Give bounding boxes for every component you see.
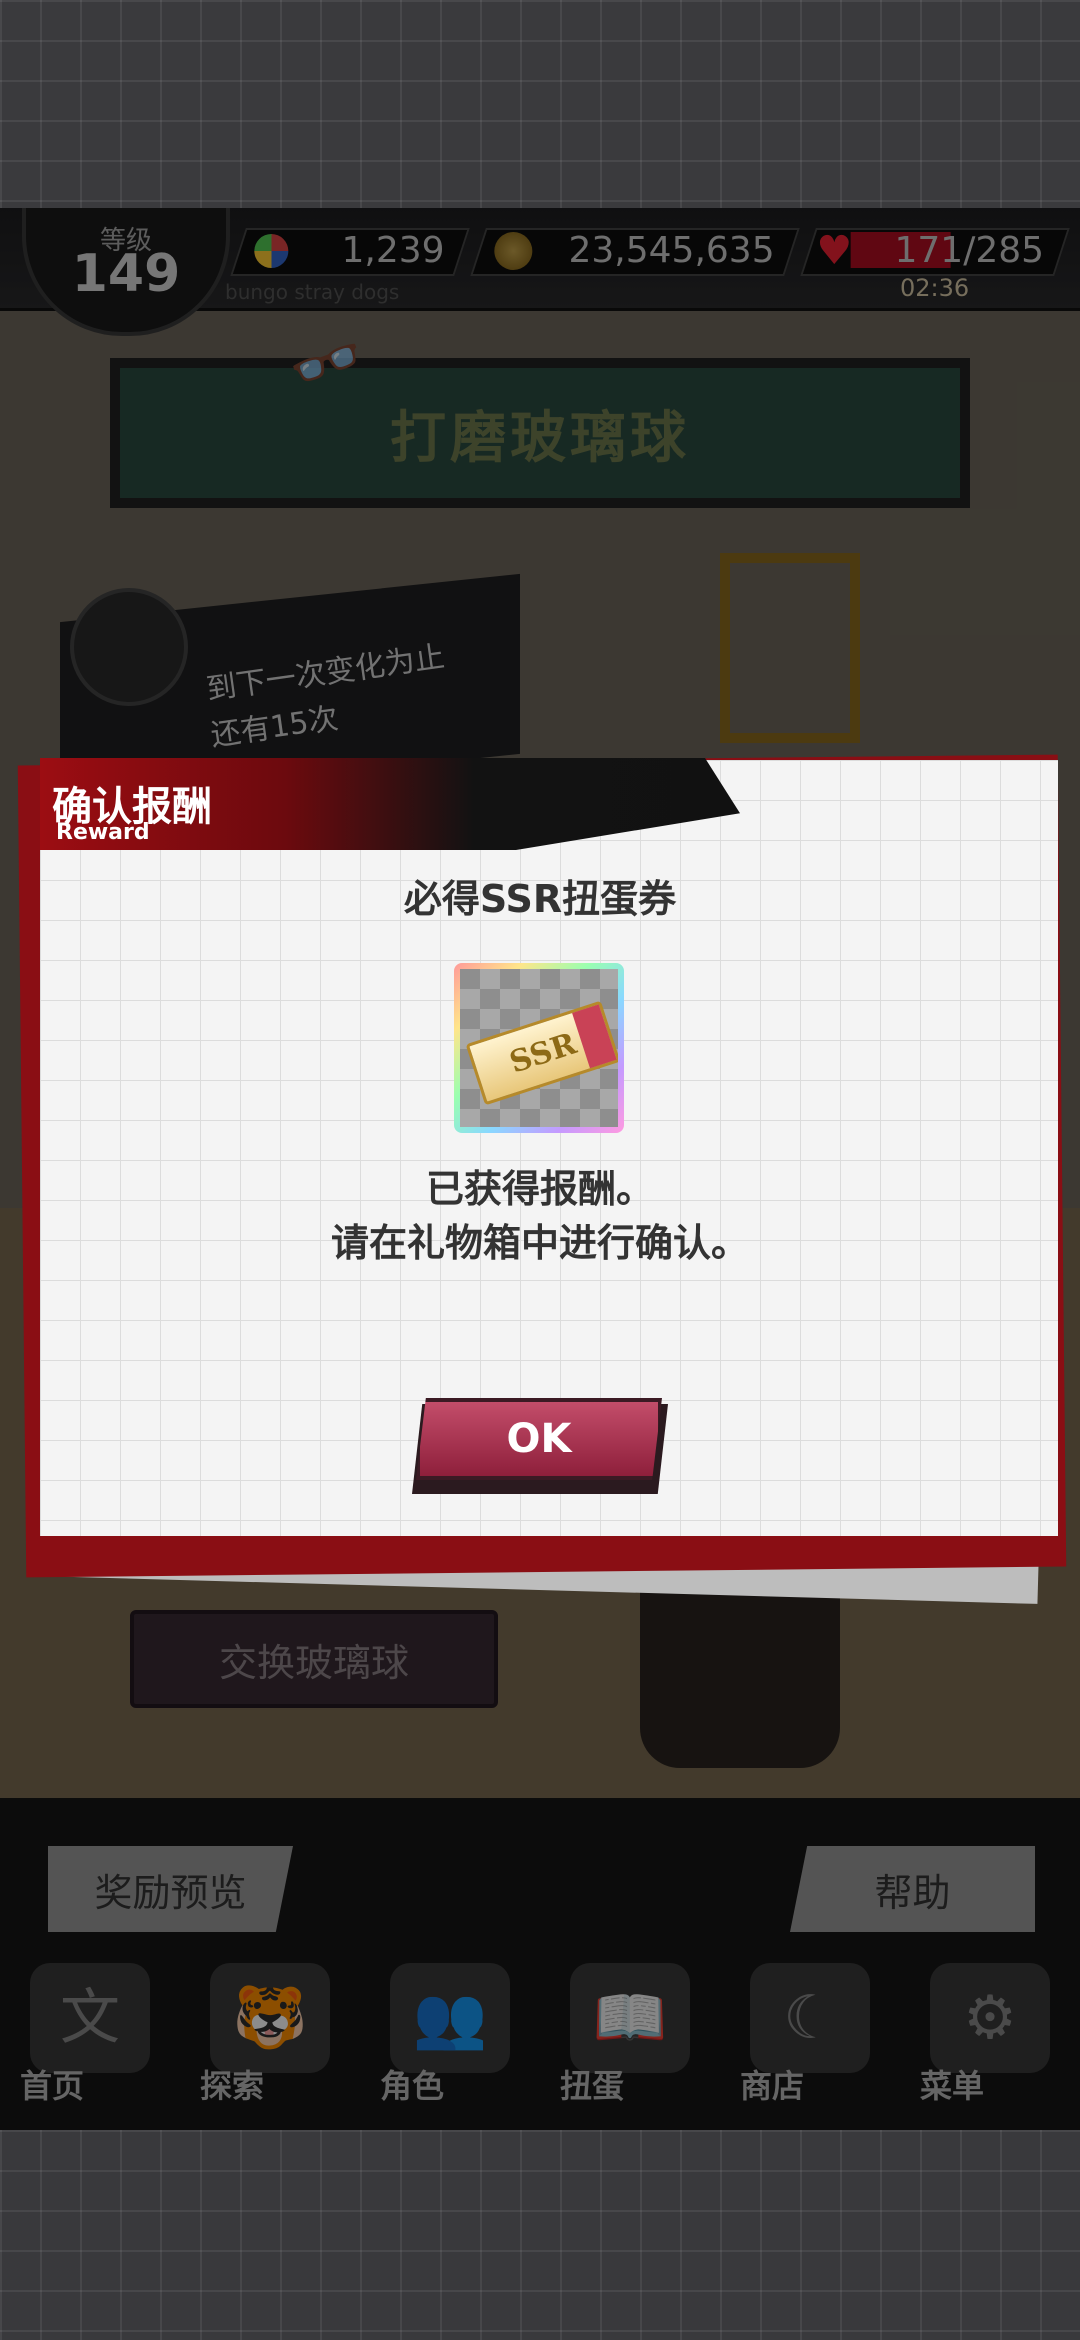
dialog-message-line2: 请在礼物箱中进行确认。	[330, 1221, 749, 1265]
ssr-ticket-icon: SSR	[465, 1000, 618, 1106]
ticket-text: SSR	[505, 1025, 581, 1081]
reward-name: 必得SSR扭蛋券	[403, 877, 677, 921]
dialog-message-line1: 已获得报酬。	[425, 1167, 654, 1211]
reward-item-background: SSR	[460, 969, 618, 1127]
top-letterbox	[0, 0, 1080, 208]
dialog-subtitle: Reward	[56, 820, 150, 845]
reward-item-frame: SSR	[454, 963, 624, 1133]
bottom-letterbox	[0, 2130, 1080, 2340]
ok-button[interactable]: OK	[416, 1398, 662, 1480]
